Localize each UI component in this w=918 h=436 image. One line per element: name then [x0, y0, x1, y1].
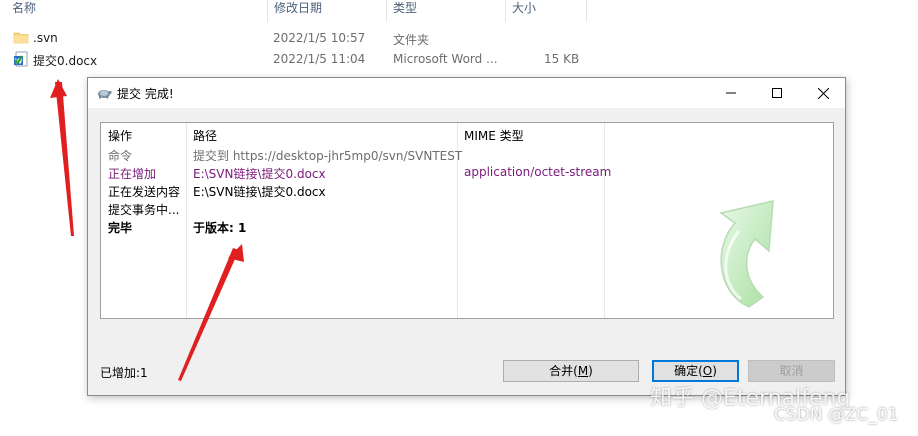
folder-icon [13, 32, 29, 44]
column-header-name-label: 名称 [12, 1, 37, 15]
log-action: 完毕 [108, 221, 133, 235]
log-action: 正在发送内容 [108, 185, 181, 199]
column-header-size-label: 大小 [512, 1, 537, 15]
file-name: .svn [33, 31, 58, 45]
file-date: 2022/1/5 10:57 [273, 31, 366, 45]
merge-accelerator: M [577, 364, 589, 378]
file-type: 文件夹 [393, 33, 430, 47]
column-header-date[interactable]: 修改日期 [268, 0, 386, 22]
cancel-label: 取消 [779, 364, 804, 378]
maximize-button[interactable] [754, 78, 800, 108]
cancel-button[interactable]: 取消 [748, 360, 835, 382]
column-divider[interactable] [604, 123, 605, 318]
column-header-mime[interactable]: MIME 类型 [464, 127, 524, 144]
column-header-name[interactable]: 名称 [6, 0, 268, 22]
file-size: 15 KB [544, 52, 580, 66]
log-mime: application/octet-stream [464, 165, 612, 179]
log-path: E:\SVN链接\提交0.docx [193, 167, 326, 181]
file-row[interactable]: W 提交0.docx 2022/1/5 11:04 Microsoft Word… [0, 49, 918, 70]
minimize-button[interactable] [708, 78, 754, 108]
dialog-titlebar[interactable]: 提交 完成! [88, 78, 845, 108]
dialog-title: 提交 完成! [117, 87, 174, 101]
log-revision: 于版本: 1 [193, 221, 247, 235]
ok-label-tail: ) [712, 364, 717, 378]
file-name: 提交0.docx [33, 54, 98, 68]
close-button[interactable] [800, 78, 846, 108]
close-icon [817, 87, 829, 99]
word-document-svn-icon: W [14, 51, 28, 67]
log-path: E:\SVN链接\提交0.docx [193, 185, 326, 199]
commit-finished-dialog: 提交 完成! 操作 路径 MIME 类型 命令 提交到 https://desk… [87, 77, 846, 396]
maximize-icon [772, 88, 782, 98]
file-type: Microsoft Word ... [393, 52, 498, 66]
column-header-action[interactable]: 操作 [108, 127, 132, 144]
commit-log-list[interactable]: 操作 路径 MIME 类型 命令 提交到 https://desktop-jhr… [100, 122, 834, 319]
column-divider[interactable] [586, 0, 587, 22]
ok-accelerator: O [702, 364, 713, 378]
log-path: 提交到 https://desktop-jhr5mp0/svn/SVNTEST [193, 149, 463, 163]
log-action: 提交事务中... [108, 203, 180, 217]
column-header-path[interactable]: 路径 [193, 127, 217, 144]
minimize-icon [726, 92, 736, 94]
status-text: 已增加:1 [100, 366, 148, 380]
ok-label: 确定( [674, 364, 703, 378]
success-arrow-icon [719, 200, 774, 308]
merge-label: 合并( [549, 364, 578, 378]
column-header-type-label: 类型 [393, 1, 418, 15]
log-action: 命令 [108, 149, 133, 163]
column-divider[interactable] [186, 123, 187, 318]
log-action: 正在增加 [108, 167, 157, 181]
column-header-date-label: 修改日期 [274, 1, 323, 15]
merge-label-tail: ) [588, 364, 593, 378]
column-header-size[interactable]: 大小 [506, 0, 586, 22]
tortoisesvn-turtle-icon [98, 90, 112, 99]
ok-button[interactable]: 确定(O) [652, 360, 739, 382]
file-date: 2022/1/5 11:04 [273, 52, 366, 66]
file-row[interactable]: .svn 2022/1/5 10:57 文件夹 [0, 28, 918, 49]
csdn-watermark: CSDN @ZC_01 [774, 405, 899, 425]
merge-button[interactable]: 合并(M) [503, 360, 639, 382]
column-header-type[interactable]: 类型 [387, 0, 505, 22]
